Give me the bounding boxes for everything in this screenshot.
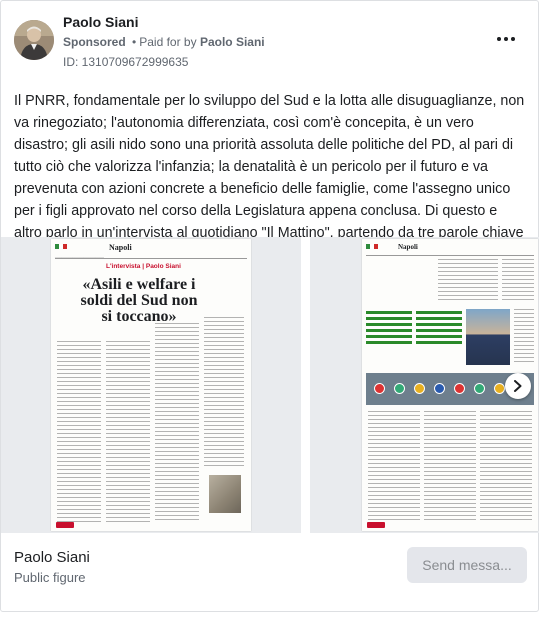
ballot-symbol: [454, 383, 465, 394]
green-pull-quote: [416, 311, 462, 347]
ballot-symbol: [474, 383, 485, 394]
text-column: [204, 317, 244, 467]
paid-for-by-label: Paid for by: [139, 35, 197, 49]
more-dots-icon: [504, 37, 508, 41]
kicker-name: Paolo Siani: [145, 263, 181, 270]
kicker-prefix: L'intervista: [106, 263, 141, 270]
ballot-symbol: [374, 383, 385, 394]
newspaper-page-image: Napoli ______________________ L'intervis…: [51, 239, 251, 531]
text-column: [368, 411, 420, 521]
ballot-symbol: [434, 383, 445, 394]
carousel-slide-1[interactable]: Napoli ______________________ L'intervis…: [1, 237, 301, 533]
sponsored-label: Sponsored: [63, 35, 126, 49]
ballot-symbol: [414, 383, 425, 394]
newspaper-footer-logo: [367, 522, 385, 528]
newspaper-footer-logo: [56, 522, 74, 528]
text-column: [480, 411, 532, 521]
divider: [55, 258, 247, 259]
footer-page-name[interactable]: Paolo Siani: [14, 549, 90, 566]
text-column: [438, 259, 498, 303]
article-headline: «Asili e welfare i soldi del Sud non si …: [80, 276, 198, 325]
page-name-link[interactable]: Paolo Siani: [63, 14, 138, 30]
portrait-photo: [466, 309, 510, 365]
carousel-next-button[interactable]: [505, 373, 531, 399]
meta-separator: •: [132, 35, 137, 49]
newspaper-logo: Napoli: [398, 243, 418, 251]
ballot-symbol: [494, 383, 505, 394]
article-kicker: L'intervista | Paolo Siani: [106, 263, 181, 270]
profile-photo-icon: [14, 20, 54, 60]
chevron-right-icon: [514, 380, 522, 392]
avatar[interactable]: [14, 20, 54, 60]
text-column: [502, 259, 534, 303]
article-photo: [209, 475, 241, 513]
text-column: [514, 309, 534, 365]
green-pull-quote: [366, 311, 412, 347]
tricolor-icon: [55, 244, 67, 249]
paid-for-by-name[interactable]: Paolo Siani: [200, 35, 265, 49]
ballot-symbol: [394, 383, 405, 394]
ad-id: ID: 1310709672999635: [63, 55, 189, 69]
image-carousel[interactable]: Napoli ______________________ L'intervis…: [1, 237, 539, 533]
more-options-button[interactable]: [494, 31, 518, 47]
carousel-slide-2[interactable]: Napoli: [310, 237, 539, 533]
text-column: [424, 411, 476, 521]
send-message-button[interactable]: Send messa...: [407, 547, 527, 583]
newspaper-logo: Napoli: [109, 243, 132, 252]
ad-card: Paolo Siani Sponsored • Paid for by Paolo…: [0, 0, 539, 612]
text-column: [57, 341, 101, 523]
divider: [366, 255, 534, 256]
tricolor-icon: [366, 244, 378, 249]
more-dots-icon: [497, 37, 501, 41]
text-column: [106, 341, 150, 523]
text-column: [155, 323, 199, 523]
more-dots-icon: [511, 37, 515, 41]
footer-page-category: Public figure: [14, 570, 86, 585]
sponsored-line: Sponsored • Paid for by Paolo Siani: [63, 35, 265, 49]
